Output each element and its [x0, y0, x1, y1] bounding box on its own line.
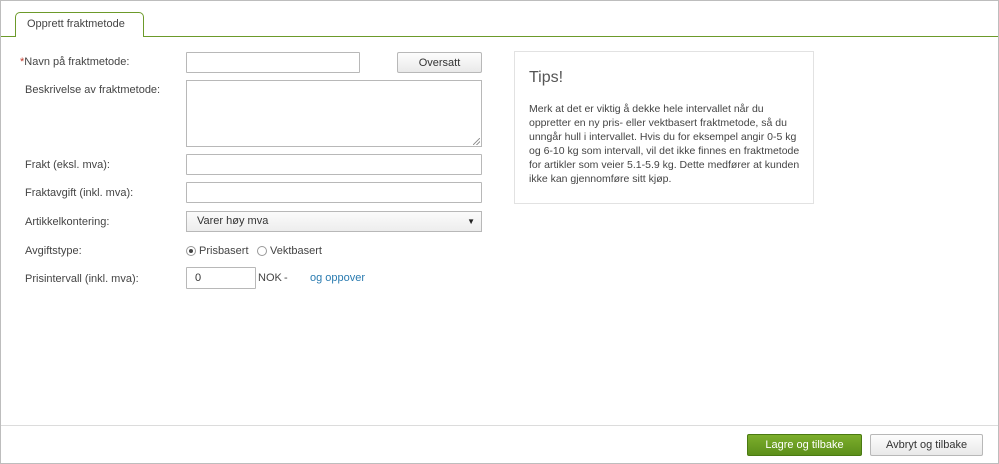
radio-vektbasert[interactable]	[257, 246, 267, 256]
description-label: Beskrivelse av fraktmetode:	[25, 84, 161, 96]
tips-body: Merk at det er viktig å dekke hele inter…	[529, 103, 800, 185]
radio-vektbasert-label[interactable]: Vektbasert	[270, 245, 322, 257]
tips-panel: Tips! Merk at det er viktig å dekke hele…	[514, 51, 814, 204]
interval-dash: -	[284, 272, 288, 284]
window-frame	[0, 0, 999, 464]
tab-label: Opprett fraktmetode	[27, 18, 125, 30]
chevron-down-icon: ▼	[467, 217, 475, 226]
fee-type-label: Avgiftstype:	[25, 245, 82, 257]
article-account-select[interactable]: Varer høy mva ▼	[186, 211, 482, 232]
price-interval-label: Prisintervall (inkl. mva):	[25, 273, 139, 285]
tips-title: Tips!	[529, 69, 564, 86]
resize-grip-icon[interactable]	[473, 138, 480, 145]
freight-fee-label: Fraktavgift (inkl. mva):	[25, 187, 134, 199]
freight-label: Frakt (eksl. mva):	[25, 159, 110, 171]
translate-button[interactable]: Oversatt	[397, 52, 482, 73]
article-account-selected: Varer høy mva	[197, 215, 269, 227]
radio-prisbasert[interactable]	[186, 246, 196, 256]
freight-input[interactable]	[186, 154, 482, 175]
description-textarea[interactable]	[186, 80, 482, 147]
tab-opprett-fraktmetode[interactable]: Opprett fraktmetode	[15, 12, 144, 37]
save-and-back-button[interactable]: Lagre og tilbake	[747, 434, 862, 456]
name-label-text: Navn på fraktmetode:	[24, 56, 130, 68]
tab-bar	[1, 1, 998, 37]
radio-prisbasert-label[interactable]: Prisbasert	[199, 245, 249, 257]
name-input[interactable]	[186, 52, 360, 73]
and-up-link[interactable]: og oppover	[310, 272, 365, 284]
freight-fee-input[interactable]	[186, 182, 482, 203]
footer-divider	[1, 425, 998, 426]
name-label: *Navn på fraktmetode:	[20, 56, 129, 68]
tab-divider-cover	[16, 36, 143, 38]
article-account-label: Artikkelkontering:	[25, 216, 110, 228]
price-interval-from-input[interactable]	[186, 267, 256, 289]
cancel-and-back-button[interactable]: Avbryt og tilbake	[870, 434, 983, 456]
currency-label: NOK	[258, 272, 282, 284]
